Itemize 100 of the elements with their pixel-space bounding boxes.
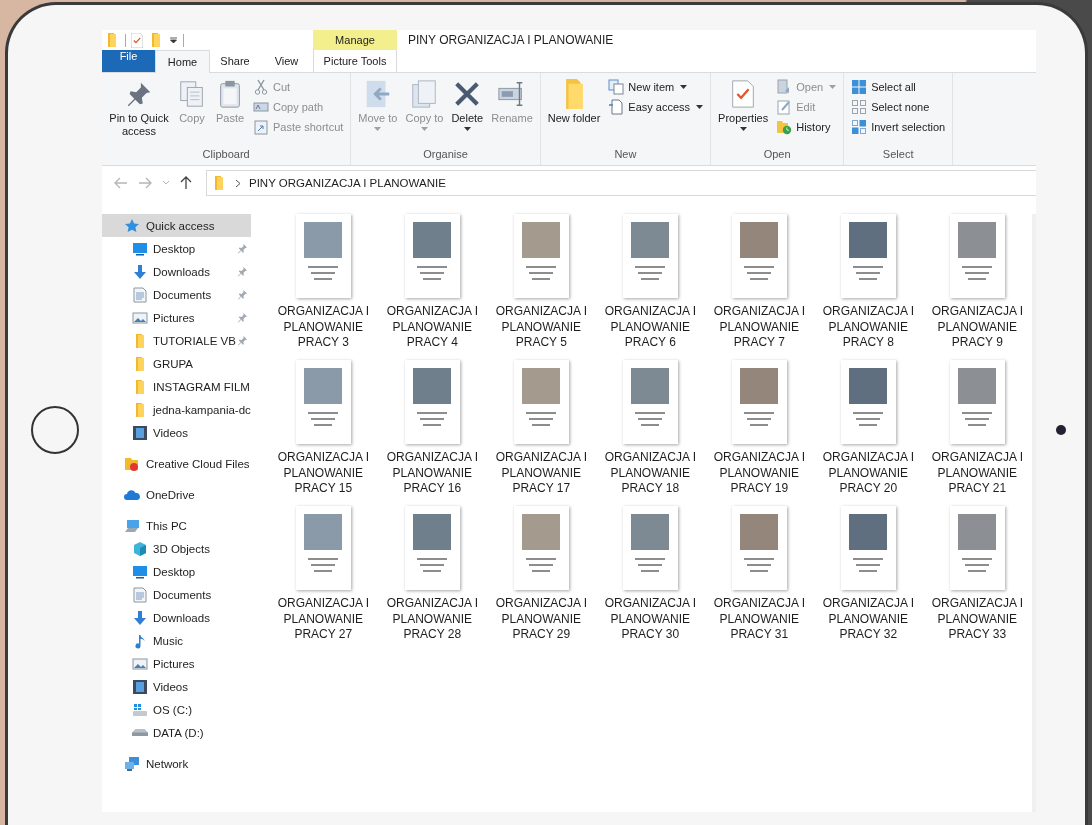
sidebar-item[interactable]: TUTORIALE VB (102, 329, 251, 352)
caret-icon[interactable] (169, 35, 178, 45)
drive-icon (132, 729, 148, 736)
file-name[interactable]: ORGANIZACJA I PLANOWANIE PRACY 4 (381, 304, 484, 351)
ribbon-button[interactable]: Properties (715, 76, 772, 148)
file-name[interactable]: ORGANIZACJA I PLANOWANIE PRACY 9 (926, 304, 1029, 351)
document-thumbnail[interactable] (731, 214, 787, 298)
document-thumbnail[interactable] (949, 214, 1005, 298)
chevron-down-icon[interactable] (162, 180, 170, 186)
document-thumbnail[interactable] (840, 360, 896, 444)
sidebar-item[interactable]: Documents (102, 283, 251, 306)
sidebar-item[interactable]: INSTAGRAM FILM (102, 375, 251, 398)
ribbon-button[interactable]: Delete (448, 76, 487, 148)
star-icon (124, 217, 140, 234)
ribbon-button[interactable]: New folder (544, 76, 604, 148)
document-thumbnail[interactable] (513, 214, 569, 298)
back-arrow-icon[interactable] (114, 177, 128, 189)
file-name[interactable]: ORGANIZACJA I PLANOWANIE PRACY 5 (490, 304, 593, 351)
document-thumbnail[interactable] (295, 506, 351, 590)
ribbon-button[interactable]: Select all (848, 78, 949, 95)
document-thumbnail[interactable] (622, 360, 678, 444)
sidebar-item[interactable]: 3D Objects (102, 537, 251, 560)
sidebar-item[interactable]: Videos (102, 421, 251, 444)
sidebar-item[interactable]: Network (102, 752, 251, 775)
document-thumbnail[interactable] (622, 506, 678, 590)
ribbon-button[interactable]: Easy access (605, 98, 707, 115)
up-arrow-icon[interactable] (180, 176, 192, 190)
document-thumbnail[interactable] (404, 506, 460, 590)
context-tab-group-label: Manage (313, 30, 397, 50)
ribbon-button[interactable]: Pin to Quick access (106, 76, 172, 148)
file-name[interactable]: ORGANIZACJA I PLANOWANIE PRACY 3 (272, 304, 375, 351)
file-name[interactable]: ORGANIZACJA I PLANOWANIE PRACY 15 (272, 450, 375, 497)
scissors-icon (253, 78, 269, 95)
sidebar-item[interactable]: Quick access (102, 214, 251, 237)
picture-icon (132, 655, 148, 672)
address-bar[interactable]: PINY ORGANIZACJA I PLANOWANIE (206, 170, 1036, 196)
ribbon-button[interactable]: New item (605, 78, 707, 95)
document-thumbnail[interactable] (404, 214, 460, 298)
file-name[interactable]: ORGANIZACJA I PLANOWANIE PRACY 29 (490, 596, 593, 643)
file-name[interactable]: ORGANIZACJA I PLANOWANIE PRACY 32 (817, 596, 920, 643)
document-thumbnail[interactable] (949, 360, 1005, 444)
sidebar-item[interactable]: Music (102, 629, 251, 652)
ribbon-tab[interactable]: Home (155, 50, 210, 73)
sidebar-item[interactable]: Downloads (102, 260, 251, 283)
camera-dot (1055, 424, 1066, 435)
document-thumbnail[interactable] (622, 214, 678, 298)
file-name[interactable]: ORGANIZACJA I PLANOWANIE PRACY 20 (817, 450, 920, 497)
document-icon (132, 286, 148, 303)
file-name[interactable]: ORGANIZACJA I PLANOWANIE PRACY 27 (272, 596, 375, 643)
sidebar-item[interactable]: Documents (102, 583, 251, 606)
sidebar-item[interactable]: This PC (102, 514, 251, 537)
sidebar-item[interactable]: Pictures (102, 306, 251, 329)
sidebar-item[interactable]: DATA (D:) (102, 721, 251, 744)
windows-drive-icon (132, 701, 148, 718)
sidebar-item[interactable]: OS (C:) (102, 698, 251, 721)
sidebar-item[interactable]: Desktop (102, 560, 251, 583)
monitor-icon (132, 563, 148, 580)
file-name[interactable]: ORGANIZACJA I PLANOWANIE PRACY 33 (926, 596, 1029, 643)
file-name[interactable]: ORGANIZACJA I PLANOWANIE PRACY 7 (708, 304, 811, 351)
document-thumbnail[interactable] (731, 506, 787, 590)
window-title: PINY ORGANIZACJA I PLANOWANIE (407, 32, 614, 49)
sidebar-item[interactable]: GRUPA (102, 352, 251, 375)
file-name[interactable]: ORGANIZACJA I PLANOWANIE PRACY 31 (708, 596, 811, 643)
file-name[interactable]: ORGANIZACJA I PLANOWANIE PRACY 17 (490, 450, 593, 497)
sidebar-item[interactable]: jedna-kampania-dc (102, 398, 251, 421)
document-thumbnail[interactable] (295, 360, 351, 444)
history-icon (776, 118, 793, 135)
file-name[interactable]: ORGANIZACJA I PLANOWANIE PRACY 19 (708, 450, 811, 497)
ribbon-button[interactable]: Invert selection (848, 118, 949, 135)
file-name[interactable]: ORGANIZACJA I PLANOWANIE PRACY 16 (381, 450, 484, 497)
file-tab[interactable]: File (102, 50, 155, 72)
file-name[interactable]: ORGANIZACJA I PLANOWANIE PRACY 28 (381, 596, 484, 643)
sidebar-item[interactable]: Desktop (102, 237, 251, 260)
file-name[interactable]: ORGANIZACJA I PLANOWANIE PRACY 30 (599, 596, 702, 643)
forward-arrow-icon[interactable] (138, 177, 152, 189)
group-label: Open (762, 148, 792, 162)
document-thumbnail[interactable] (840, 214, 896, 298)
document-thumbnail[interactable] (295, 214, 351, 298)
ribbon-button[interactable]: Select none (848, 98, 949, 115)
document-thumbnail[interactable] (949, 506, 1005, 590)
home-button[interactable] (31, 405, 79, 454)
sidebar-item[interactable]: Videos (102, 675, 251, 698)
sidebar-item[interactable]: OneDrive (102, 483, 251, 506)
file-name[interactable]: ORGANIZACJA I PLANOWANIE PRACY 21 (926, 450, 1029, 497)
sidebar-item[interactable]: Downloads (102, 606, 251, 629)
document-thumbnail[interactable] (840, 506, 896, 590)
down-arrow-icon (132, 609, 148, 626)
file-name[interactable]: ORGANIZACJA I PLANOWANIE PRACY 6 (599, 304, 702, 351)
document-icon (132, 586, 148, 603)
checkmark-document-icon[interactable] (131, 32, 143, 48)
context-tab[interactable]: Picture Tools (313, 50, 397, 72)
file-name[interactable]: ORGANIZACJA I PLANOWANIE PRACY 8 (817, 304, 920, 351)
document-thumbnail[interactable] (404, 360, 460, 444)
file-name[interactable]: ORGANIZACJA I PLANOWANIE PRACY 18 (599, 450, 702, 497)
document-thumbnail[interactable] (513, 506, 569, 590)
sidebar-item[interactable]: Pictures (102, 652, 251, 675)
ribbon-button[interactable]: History (773, 118, 840, 135)
document-thumbnail[interactable] (731, 360, 787, 444)
sidebar-item[interactable]: Creative Cloud Files (102, 452, 251, 475)
document-thumbnail[interactable] (513, 360, 569, 444)
